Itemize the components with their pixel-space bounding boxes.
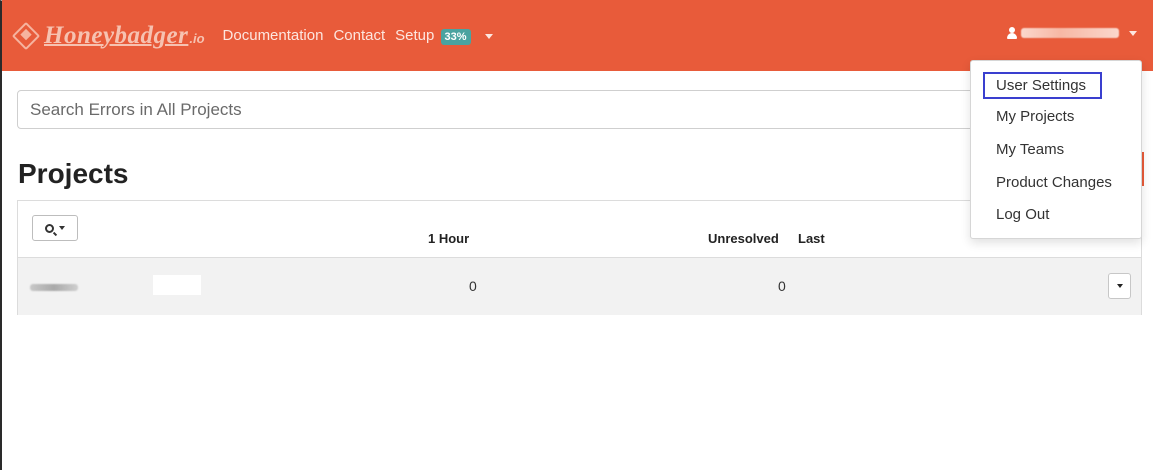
user-icon: [1007, 27, 1017, 39]
menu-item-my-projects[interactable]: My Projects: [996, 108, 1074, 125]
chevron-down-icon: [484, 33, 493, 39]
chevron-down-icon: [59, 226, 65, 230]
chevron-down-icon: [1129, 30, 1137, 36]
menu-item-my-teams[interactable]: My Teams: [996, 141, 1064, 158]
menu-item-user-settings[interactable]: User Settings: [983, 72, 1102, 99]
nav-link-setup[interactable]: Setup 33%: [395, 27, 493, 45]
user-name-redacted: [1021, 28, 1119, 38]
honeybadger-logo-icon: [11, 21, 41, 50]
user-menu-toggle[interactable]: [1007, 27, 1137, 39]
search-icon: [45, 223, 54, 233]
brand-logo[interactable]: Honeybadger .io: [11, 0, 205, 71]
setup-label: Setup: [395, 27, 435, 44]
chevron-down-icon: [1116, 284, 1123, 288]
user-dropdown-menu: User Settings My Projects My Teams Produ…: [970, 60, 1142, 239]
cell-1-hour: 0: [469, 278, 477, 294]
cell-unresolved: 0: [778, 278, 786, 294]
nav-link-contact[interactable]: Contact: [333, 27, 385, 44]
page-title: Projects: [18, 158, 129, 189]
brand-name: Honeybadger: [44, 21, 189, 49]
menu-item-log-out[interactable]: Log Out: [996, 206, 1049, 223]
project-name-redacted[interactable]: [30, 284, 78, 291]
nav-link-documentation[interactable]: Documentation: [223, 27, 324, 44]
menu-item-product-changes[interactable]: Product Changes: [996, 174, 1112, 191]
row-actions-dropdown[interactable]: [1108, 273, 1131, 299]
table-row[interactable]: 0 0: [18, 258, 1141, 315]
column-header-last[interactable]: Last: [798, 231, 825, 246]
nav-links: Documentation Contact Setup 33%: [223, 27, 503, 45]
column-header-1-hour[interactable]: 1 Hour: [428, 231, 469, 246]
brand-tld: .io: [189, 31, 205, 46]
filter-search-button[interactable]: [32, 215, 78, 241]
setup-progress-badge: 33%: [440, 29, 471, 45]
redacted-area: [153, 275, 201, 295]
column-header-unresolved[interactable]: Unresolved: [708, 231, 779, 246]
